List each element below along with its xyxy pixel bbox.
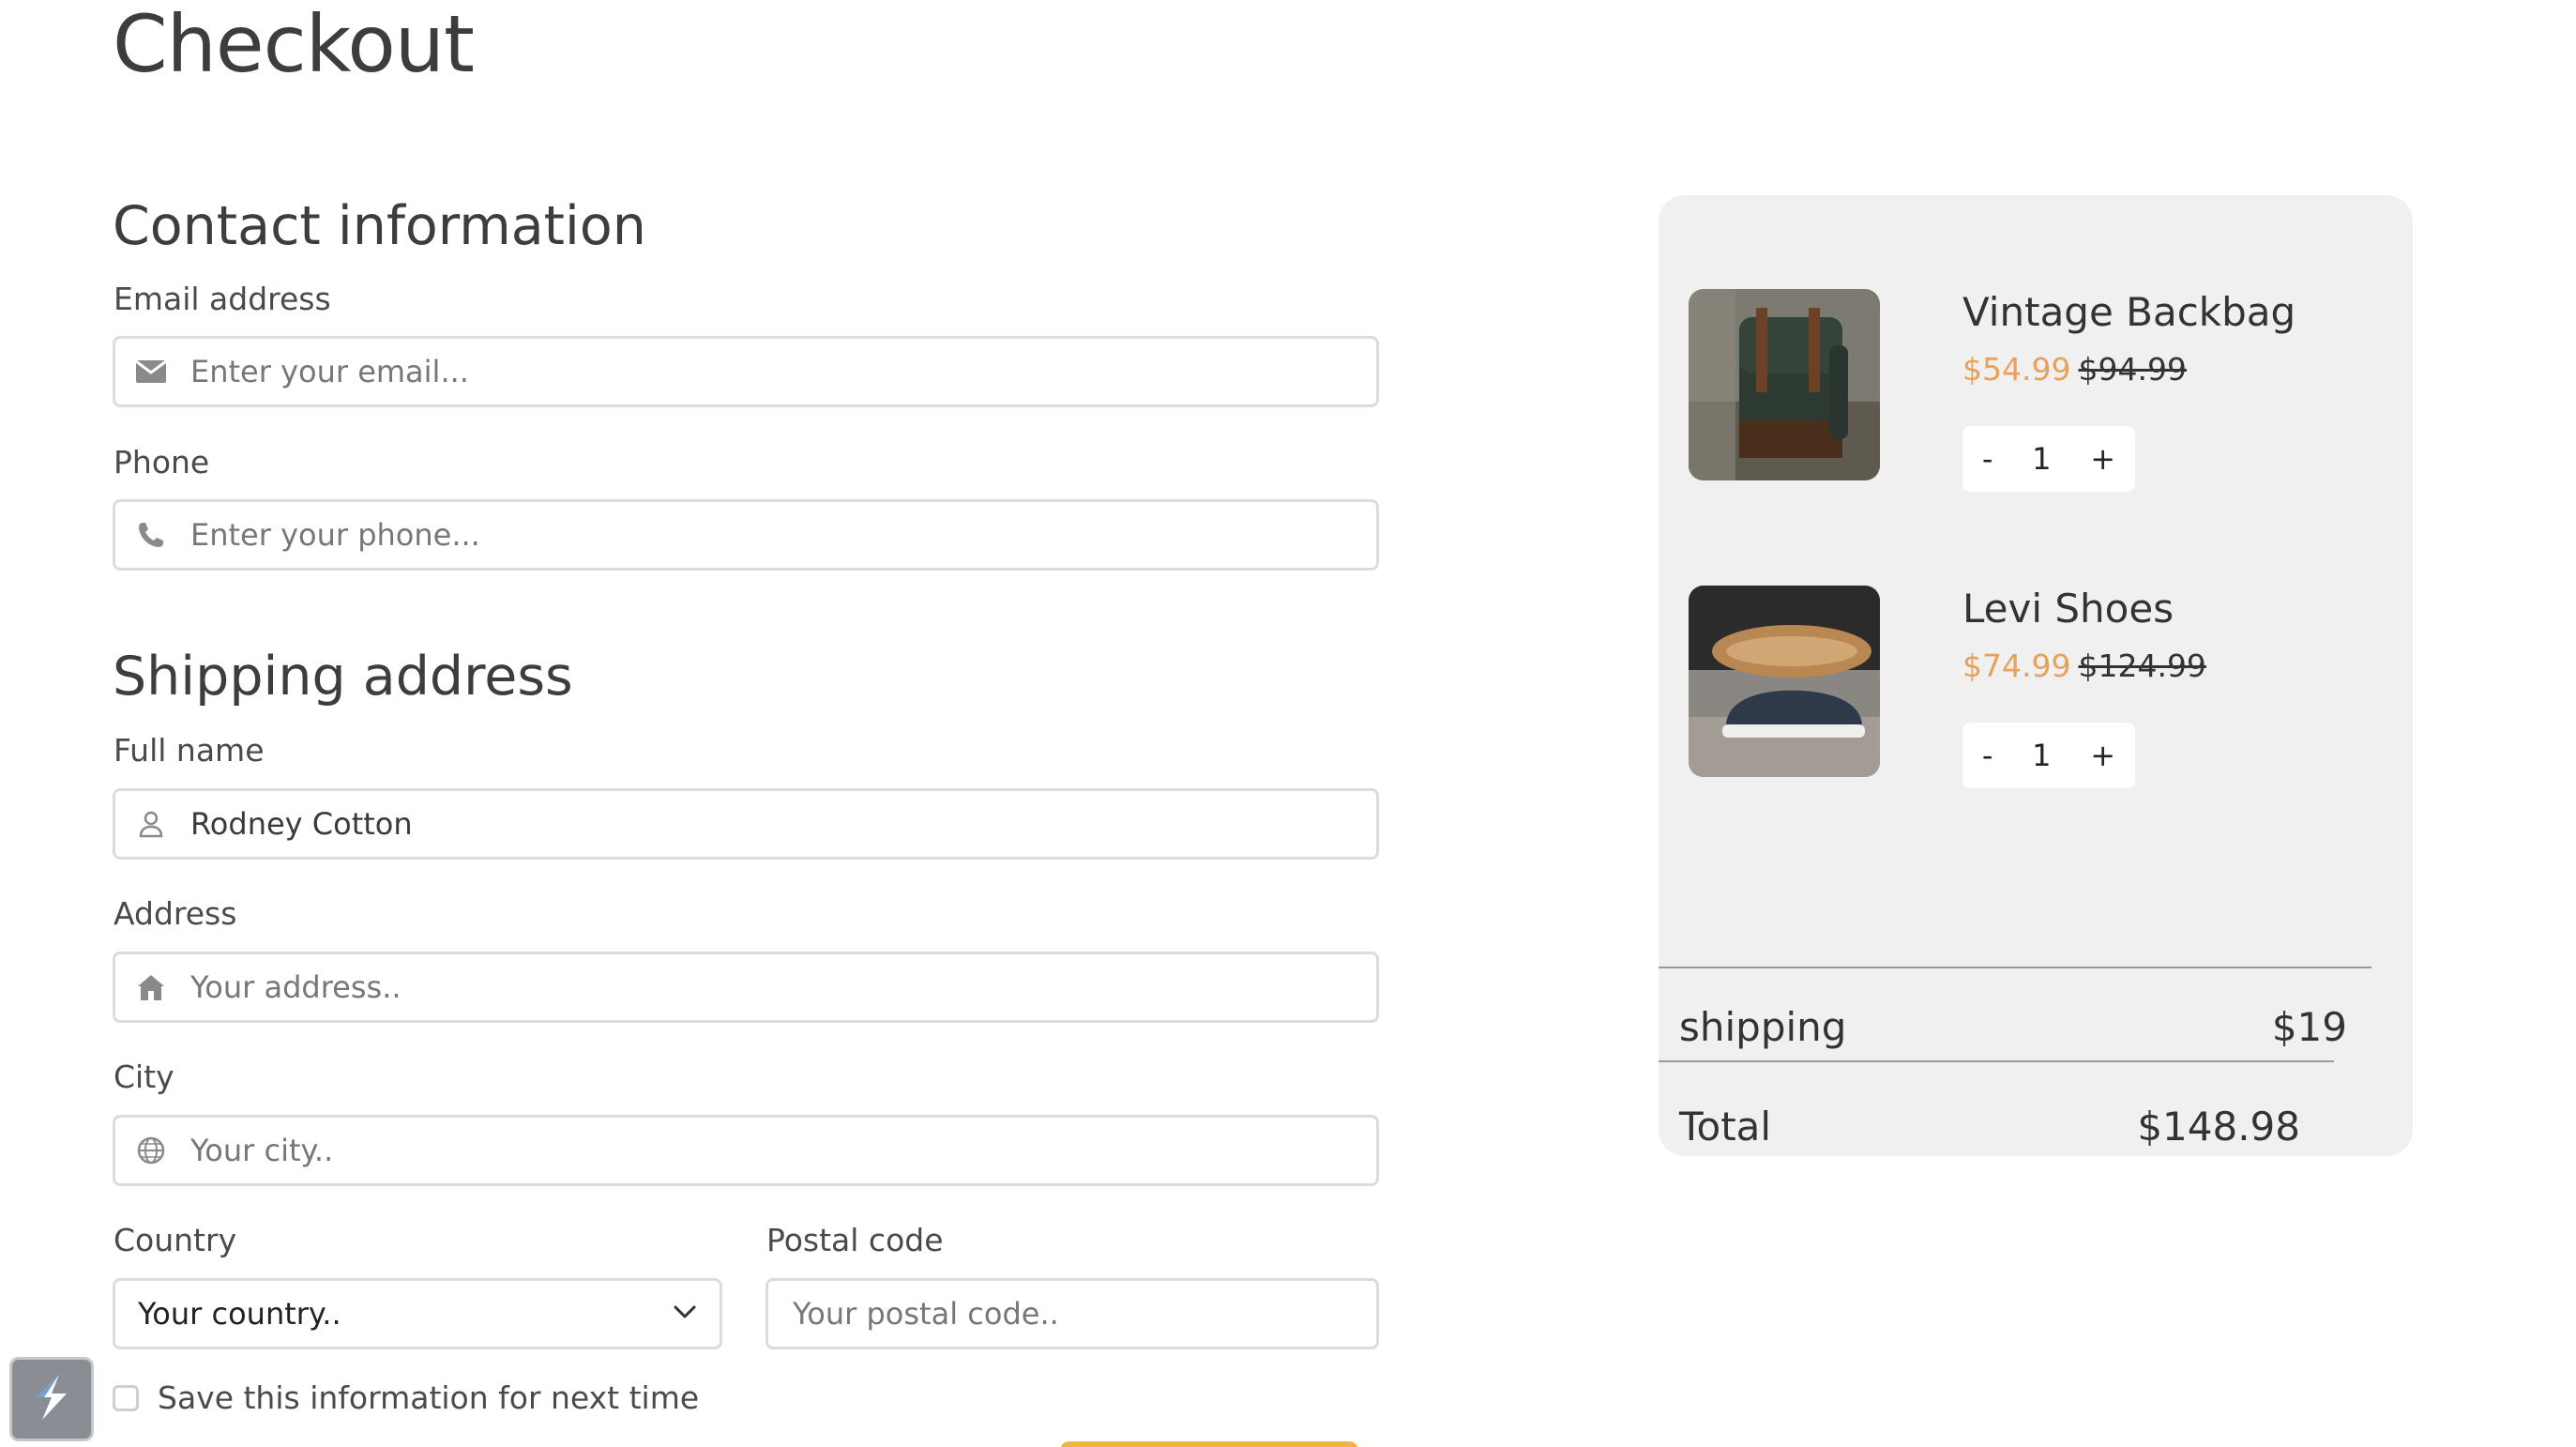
item-name: Vintage Backbag [1962, 289, 2296, 335]
cart-item: Vintage Backbag $54.99 $94.99 - 1 + [1689, 289, 2383, 492]
envelope-icon [134, 355, 168, 388]
country-label: Country [114, 1222, 237, 1258]
email-field[interactable] [113, 336, 1379, 407]
divider [1659, 1060, 2334, 1062]
city-input[interactable] [189, 1132, 1202, 1169]
increase-qty-button[interactable]: + [2083, 441, 2123, 477]
address-input[interactable] [189, 968, 1202, 1006]
city-field[interactable] [113, 1115, 1379, 1186]
sale-price: $54.99 [1962, 351, 2071, 388]
original-price: $94.99 [2078, 351, 2187, 388]
home-icon [134, 970, 168, 1004]
item-name: Levi Shoes [1962, 586, 2174, 632]
quantity-stepper: - 1 + [1962, 426, 2135, 492]
contact-section-title: Contact information [113, 195, 646, 257]
cart-item: Levi Shoes $74.99 $124.99 - 1 + [1689, 586, 2383, 788]
shipping-value: $19 [2271, 1004, 2347, 1050]
decrease-qty-button[interactable]: - [1975, 441, 2001, 477]
city-label: City [114, 1059, 174, 1095]
shipping-label: shipping [1679, 1004, 1847, 1050]
save-info-label: Save this information for next time [158, 1379, 700, 1416]
phone-icon [134, 518, 168, 552]
item-price: $74.99 $124.99 [1962, 647, 2206, 684]
lightning-icon [23, 1369, 80, 1429]
fullname-label: Full name [114, 732, 265, 769]
help-widget-button[interactable] [9, 1357, 94, 1441]
user-icon [134, 807, 168, 841]
country-select[interactable]: Your country.. [113, 1278, 722, 1349]
original-price: $124.99 [2078, 647, 2206, 684]
chevron-down-icon [673, 1304, 697, 1323]
country-selected-value: Your country.. [138, 1296, 341, 1332]
backpack-image [1689, 289, 1880, 480]
fullname-input[interactable] [189, 805, 1202, 843]
postal-label: Postal code [766, 1222, 944, 1258]
postal-field[interactable] [765, 1278, 1379, 1349]
quantity-stepper: - 1 + [1962, 723, 2135, 788]
total-label: Total [1679, 1104, 1772, 1150]
item-price: $54.99 $94.99 [1962, 351, 2187, 388]
divider [1659, 967, 2371, 968]
email-label: Email address [114, 281, 331, 317]
phone-label: Phone [114, 444, 210, 480]
address-field[interactable] [113, 952, 1379, 1023]
sale-price: $74.99 [1962, 647, 2071, 684]
save-info-row[interactable]: Save this information for next time [113, 1379, 699, 1416]
page-title: Checkout [113, 0, 475, 90]
cart-panel: Vintage Backbag $54.99 $94.99 - 1 + Levi… [1659, 195, 2413, 1156]
email-input[interactable] [189, 353, 1202, 390]
save-info-checkbox[interactable] [113, 1384, 139, 1411]
phone-field[interactable] [113, 499, 1379, 571]
total-value: $148.98 [2137, 1104, 2300, 1150]
globe-icon [134, 1134, 168, 1167]
shoes-image [1689, 586, 1880, 777]
postal-input[interactable] [791, 1295, 1281, 1333]
increase-qty-button[interactable]: + [2083, 738, 2123, 773]
shipping-section-title: Shipping address [113, 646, 573, 708]
fullname-field[interactable] [113, 788, 1379, 860]
decrease-qty-button[interactable]: - [1975, 738, 2001, 773]
quantity-value: 1 [2032, 738, 2052, 773]
checkout-page: Checkout Contact information Email addre… [0, 0, 2576, 1447]
quantity-value: 1 [2032, 441, 2052, 477]
submit-button[interactable] [1060, 1441, 1358, 1447]
phone-input[interactable] [189, 516, 1202, 554]
address-label: Address [114, 895, 237, 932]
